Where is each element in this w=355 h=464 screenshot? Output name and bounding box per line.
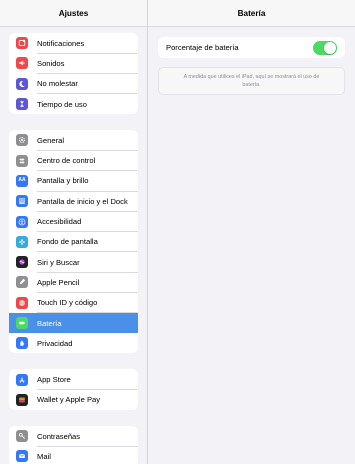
sidebar-item-label: Sonidos <box>37 58 65 68</box>
battery-percentage-label: Porcentaje de batería <box>166 43 239 52</box>
sidebar-item-label: Batería <box>37 318 62 328</box>
sidebar-item-privacidad[interactable]: Privacidad <box>9 333 138 353</box>
sounds-icon <box>16 57 28 70</box>
sidebar-item-label: App Store <box>37 375 71 385</box>
sidebar-item-label: Fondo de pantalla <box>37 237 98 247</box>
battery-percentage-toggle[interactable] <box>313 40 337 55</box>
mail-icon <box>16 450 28 463</box>
settings-group-3: App Store Wallet y Apple Pay <box>9 369 138 411</box>
siri-icon <box>16 256 28 269</box>
settings-group-2: General Centro de control AA Pantalla y … <box>9 130 138 354</box>
sidebar-item-centro-de-control[interactable]: Centro de control <box>9 150 138 172</box>
pencil-icon <box>16 276 28 289</box>
display-icon: AA <box>16 174 28 187</box>
sidebar-item-pantalla-y-brillo[interactable]: AA Pantalla y brillo <box>9 171 138 192</box>
detail-pane: Batería Porcentaje de batería A medida q… <box>148 0 355 464</box>
toggle-knob <box>324 41 336 54</box>
sidebar-item-no-molestar[interactable]: No molestar <box>9 74 138 95</box>
app-store-icon <box>16 373 28 386</box>
sidebar-item-notificaciones[interactable]: Notificaciones <box>9 33 138 54</box>
sidebar-item-siri-y-buscar[interactable]: Siri y Buscar <box>9 252 138 273</box>
sidebar-item-contrasenas[interactable]: Contraseñas <box>9 426 138 447</box>
sidebar-item-label: Mail <box>37 451 51 461</box>
sidebar-item-wallet[interactable]: Wallet y Apple Pay <box>9 390 138 410</box>
wallpaper-icon <box>16 235 28 248</box>
settings-app: Ajustes Notificaciones Sonidos No molest… <box>0 0 355 464</box>
sidebar-item-label: Contraseñas <box>37 431 81 441</box>
sidebar-item-label: Notificaciones <box>37 38 85 48</box>
accessibility-icon <box>16 215 28 228</box>
sidebar-item-label: Touch ID y código <box>37 298 98 308</box>
page-title: Batería <box>148 0 355 27</box>
battery-percentage-row: Porcentaje de batería <box>158 37 345 58</box>
sidebar-item-sonidos[interactable]: Sonidos <box>9 53 138 74</box>
battery-usage-note: A medida que utilices el iPad, aquí se m… <box>158 67 345 95</box>
sidebar-item-label: Siri y Buscar <box>37 257 80 267</box>
battery-icon <box>16 317 28 329</box>
sidebar-item-pantalla-de-inicio[interactable]: Pantalla de inicio y el Dock <box>9 191 138 212</box>
sidebar-item-label: Apple Pencil <box>37 277 80 287</box>
sidebar-item-accesibilidad[interactable]: Accesibilidad <box>9 211 138 232</box>
sidebar-item-label: Privacidad <box>37 338 73 348</box>
sidebar: Ajustes Notificaciones Sonidos No molest… <box>0 0 148 464</box>
sidebar-item-label: Centro de control <box>37 156 96 166</box>
sidebar-item-app-store[interactable]: App Store <box>9 369 138 391</box>
moon-icon <box>16 77 28 90</box>
sidebar-item-label: Tiempo de uso <box>37 99 87 109</box>
gear-icon <box>16 134 28 147</box>
hand-icon <box>16 337 28 350</box>
sidebar-item-fondo-de-pantalla[interactable]: Fondo de pantalla <box>9 232 138 253</box>
sidebar-item-mail[interactable]: Mail <box>9 446 138 464</box>
sidebar-item-label: General <box>37 135 65 145</box>
sidebar-item-label: Wallet y Apple Pay <box>37 395 101 405</box>
key-icon <box>16 430 28 443</box>
hourglass-icon <box>16 98 28 111</box>
notifications-icon <box>16 37 28 50</box>
sidebar-item-label: No molestar <box>37 79 78 89</box>
control-center-icon <box>16 154 28 167</box>
sidebar-item-general[interactable]: General <box>9 130 138 151</box>
settings-group-1: Notificaciones Sonidos No molestar Tiemp… <box>9 33 138 115</box>
sidebar-item-label: Accesibilidad <box>37 217 82 227</box>
sidebar-item-label: Pantalla y brillo <box>37 176 89 186</box>
sidebar-item-apple-pencil[interactable]: Apple Pencil <box>9 272 138 293</box>
sidebar-item-bateria[interactable]: Batería <box>9 312 138 334</box>
sidebar-title: Ajustes <box>0 0 147 27</box>
sidebar-item-touch-id[interactable]: Touch ID y código <box>9 293 138 314</box>
wallet-icon <box>16 393 28 406</box>
settings-group-4: Contraseñas Mail <box>9 426 138 464</box>
sidebar-item-tiempo-de-uso[interactable]: Tiempo de uso <box>9 94 138 114</box>
home-screen-icon <box>16 195 28 208</box>
fingerprint-icon <box>16 296 28 309</box>
sidebar-item-label: Pantalla de inicio y el Dock <box>37 196 128 206</box>
